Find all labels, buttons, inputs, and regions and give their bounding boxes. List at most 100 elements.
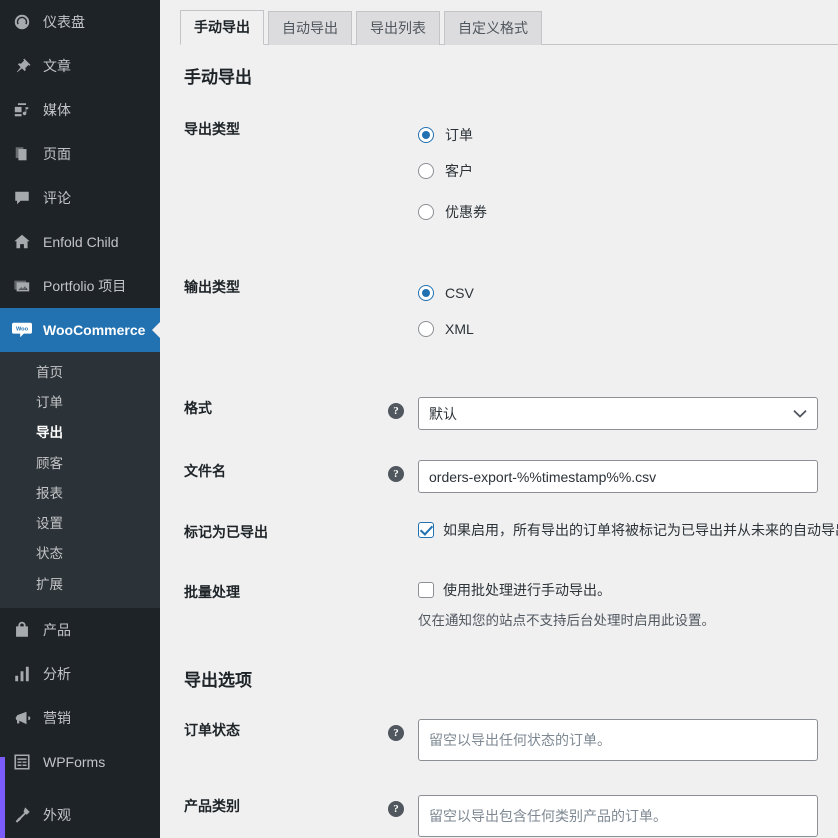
- submenu-item-settings[interactable]: 设置: [0, 509, 160, 539]
- sidebar-accent-bar: [0, 757, 5, 838]
- sidebar-item-label: 评论: [43, 190, 71, 206]
- label-format: 格式: [184, 400, 212, 417]
- tab-manual-export[interactable]: 手动导出: [180, 10, 264, 45]
- sidebar-item-label: Portfolio 项目: [43, 278, 127, 294]
- sidebar-item-label: 仪表盘: [43, 14, 85, 30]
- sidebar-item-marketing[interactable]: 营销: [0, 696, 160, 740]
- radio-label: 订单: [445, 127, 473, 144]
- checkbox-label: 如果启用，所有导出的订单将被标记为已导出并从未来的自动导出中排除。: [443, 522, 838, 539]
- current-menu-arrow: [152, 322, 160, 338]
- format-select[interactable]: 默认: [418, 397, 818, 431]
- help-icon[interactable]: ?: [388, 403, 404, 420]
- sidebar-item-portfolio[interactable]: Portfolio 项目: [0, 264, 160, 308]
- help-icon[interactable]: ?: [388, 801, 404, 818]
- help-icon[interactable]: ?: [388, 725, 404, 742]
- sidebar-item-wpforms[interactable]: WPForms: [0, 740, 160, 784]
- help-icon[interactable]: ?: [388, 466, 404, 483]
- page-title: 手动导出: [184, 68, 252, 87]
- pages-icon: [11, 144, 33, 164]
- radio-marker: [418, 285, 434, 302]
- radio-export-type-orders[interactable]: 订单: [418, 120, 487, 150]
- label-batch-processing: 批量处理: [184, 584, 240, 601]
- submenu-item-extensions[interactable]: 扩展: [0, 570, 160, 600]
- label-export-type: 导出类型: [184, 121, 240, 138]
- label-output-type: 输出类型: [184, 279, 240, 296]
- sidebar-item-label: 产品: [43, 621, 71, 638]
- product-category-input[interactable]: [418, 795, 818, 838]
- sidebar-item-label: WooCommerce: [43, 322, 146, 338]
- manual-export-form: 导出类型 订单 客户 优惠券 输出类型 CSV XML 格式 ? 默认 文件名 …: [180, 107, 838, 838]
- row-batch-processing: 批量处理 使用批处理进行手动导出。 仅在通知您的站点不支持后台处理时启用此设置。: [180, 570, 838, 642]
- sidebar-item-media[interactable]: 媒体: [0, 88, 160, 132]
- pin-icon: [11, 56, 33, 76]
- radio-label: 客户: [445, 162, 473, 179]
- media-icon: [11, 100, 33, 120]
- submenu-item-status[interactable]: 状态: [0, 539, 160, 569]
- analytics-icon: [11, 664, 33, 684]
- comments-icon: [11, 188, 33, 208]
- tab-export-list[interactable]: 导出列表: [356, 11, 440, 45]
- row-format: 格式 ? 默认: [180, 386, 838, 441]
- tab-bar: 手动导出 自动导出 导出列表 自定义格式: [180, 0, 838, 45]
- products-icon: [11, 620, 33, 640]
- submenu-item-customers[interactable]: 顾客: [0, 449, 160, 479]
- label-order-status: 订单状态: [184, 722, 240, 739]
- row-filename: 文件名 ?: [180, 449, 838, 504]
- sidebar-item-label: 分析: [43, 665, 71, 682]
- sidebar-item-woocommerce[interactable]: Woo WooCommerce: [0, 308, 160, 352]
- radio-marker: [418, 162, 434, 179]
- filename-input[interactable]: [418, 460, 818, 494]
- admin-sidebar: 仪表盘 文章 媒体 页面 评论 Enfold Child Portfolio 项…: [0, 0, 160, 838]
- wpforms-icon: [11, 752, 33, 772]
- sidebar-item-products[interactable]: 产品: [0, 608, 160, 652]
- sidebar-item-enfold-child[interactable]: Enfold Child: [0, 220, 160, 264]
- label-product-category: 产品类别: [184, 798, 240, 815]
- row-export-type: 导出类型 订单 客户 优惠券: [180, 107, 838, 243]
- checkbox-marker: [418, 582, 434, 599]
- radio-output-type-csv[interactable]: CSV: [418, 278, 474, 308]
- portfolio-icon: [11, 276, 33, 296]
- format-select-wrap: 默认: [418, 397, 818, 431]
- tab-custom-format[interactable]: 自定义格式: [444, 11, 542, 45]
- export-type-radio-group: 订单 客户 优惠券: [418, 118, 487, 232]
- submenu-item-orders[interactable]: 订单: [0, 388, 160, 418]
- tab-automatic-export[interactable]: 自动导出: [268, 11, 352, 45]
- main-content: 手动导出 自动导出 导出列表 自定义格式 手动导出 导出类型 订单 客户 优惠券…: [160, 0, 838, 838]
- export-options-title: 导出选项: [184, 671, 252, 691]
- row-product-category: 产品类别 ?: [180, 784, 838, 838]
- sidebar-item-label: 文章: [43, 58, 71, 74]
- submenu-item-reports[interactable]: 报表: [0, 479, 160, 509]
- output-type-radio-group: CSV XML: [418, 276, 474, 349]
- sidebar-item-label: 营销: [43, 709, 71, 726]
- sidebar-item-label: Enfold Child: [43, 234, 119, 250]
- sidebar-item-appearance[interactable]: 外观: [0, 793, 160, 837]
- radio-label: CSV: [445, 285, 474, 302]
- sidebar-separator: [0, 784, 160, 793]
- row-order-status: 订单状态 ?: [180, 708, 838, 772]
- sidebar-item-pages[interactable]: 页面: [0, 132, 160, 176]
- admin-page: 仪表盘 文章 媒体 页面 评论 Enfold Child Portfolio 项…: [0, 0, 838, 838]
- sidebar-item-label: WPForms: [43, 753, 106, 770]
- submenu-item-home[interactable]: 首页: [0, 358, 160, 388]
- radio-export-type-coupons[interactable]: 优惠券: [418, 191, 487, 232]
- checkbox-mark-exported[interactable]: 如果启用，所有导出的订单将被标记为已导出并从未来的自动导出中排除。: [418, 521, 838, 540]
- row-mark-exported: 标记为已导出 如果启用，所有导出的订单将被标记为已导出并从未来的自动导出中排除。: [180, 510, 838, 554]
- woocommerce-submenu: 首页 订单 导出 顾客 报表 设置 状态 扩展: [0, 352, 160, 608]
- appearance-icon: [11, 805, 33, 825]
- submenu-item-export[interactable]: 导出: [0, 418, 160, 448]
- label-mark-exported: 标记为已导出: [184, 524, 268, 541]
- sidebar-item-analytics[interactable]: 分析: [0, 652, 160, 696]
- radio-output-type-xml[interactable]: XML: [418, 308, 474, 349]
- radio-export-type-customers[interactable]: 客户: [418, 150, 487, 191]
- radio-label: 优惠券: [445, 203, 487, 220]
- sidebar-item-posts[interactable]: 文章: [0, 44, 160, 88]
- label-filename: 文件名: [184, 463, 226, 480]
- row-output-type: 输出类型 CSV XML: [180, 265, 838, 360]
- checkbox-marker: [418, 522, 434, 539]
- sidebar-item-comments[interactable]: 评论: [0, 176, 160, 220]
- checkbox-batch-processing[interactable]: 使用批处理进行手动导出。: [418, 581, 715, 600]
- radio-marker: [418, 127, 434, 144]
- sidebar-item-dashboard[interactable]: 仪表盘: [0, 0, 160, 44]
- checkbox-label: 使用批处理进行手动导出。: [443, 582, 611, 599]
- order-status-input[interactable]: [418, 719, 818, 762]
